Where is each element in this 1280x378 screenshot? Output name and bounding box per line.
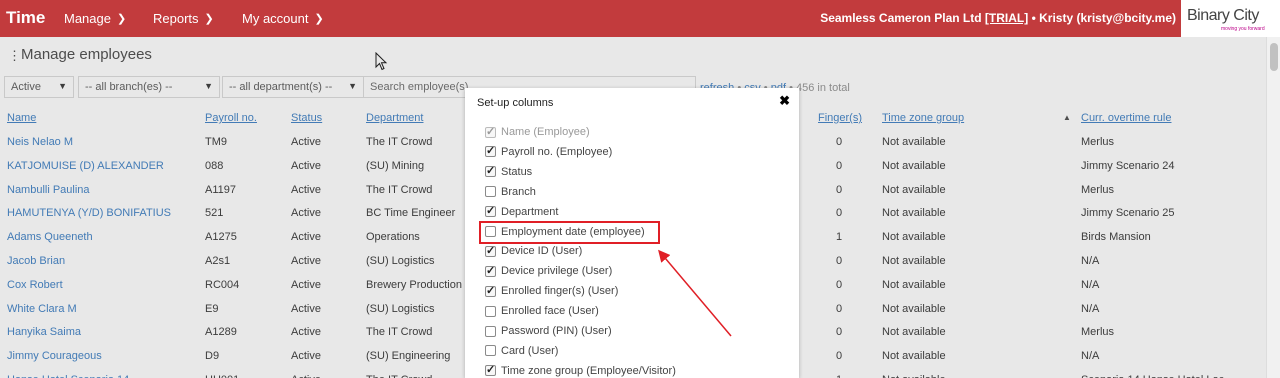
checkbox[interactable] xyxy=(485,244,496,257)
checkbox[interactable] xyxy=(485,325,496,337)
column-option[interactable]: Time zone group (Employee/Visitor) xyxy=(485,363,676,378)
close-icon[interactable]: ✖ xyxy=(779,93,790,109)
column-option[interactable]: Enrolled finger(s) (User) xyxy=(485,283,618,299)
column-option[interactable]: Password (PIN) (User) xyxy=(485,323,612,339)
nav-manage[interactable]: Manage ❯ xyxy=(64,11,126,26)
column-option[interactable]: Branch xyxy=(485,184,536,200)
nav-my-account-label: My account xyxy=(242,11,309,26)
column-option[interactable]: Device ID (User) xyxy=(485,243,582,259)
checkbox[interactable] xyxy=(485,204,496,218)
column-option-label: Department xyxy=(501,205,559,218)
separator: • xyxy=(1031,11,1036,25)
checkbox[interactable] xyxy=(485,144,496,158)
dialog-title: Set-up columns xyxy=(477,97,554,109)
column-option-label: Enrolled face (User) xyxy=(501,305,599,318)
trial-badge[interactable]: [TRIAL] xyxy=(985,11,1028,25)
column-option-label: Name (Employee) xyxy=(501,126,590,138)
binary-city-logo: Binary City moving you forward xyxy=(1181,0,1280,37)
column-option-label: Payroll no. (Employee) xyxy=(501,145,613,158)
checkbox[interactable] xyxy=(485,345,496,357)
checkbox xyxy=(485,125,496,138)
chevron-down-icon: ❯ xyxy=(116,13,127,25)
column-option-label: Device privilege (User) xyxy=(501,265,613,278)
column-option[interactable]: Device privilege (User) xyxy=(485,263,612,279)
column-option: Name (Employee) xyxy=(485,124,590,140)
app-brand[interactable]: Time xyxy=(6,8,45,28)
nav-my-account[interactable]: My account ❯ xyxy=(242,11,324,26)
column-option[interactable]: Status xyxy=(485,164,532,180)
checkbox[interactable] xyxy=(485,186,496,198)
checkbox[interactable] xyxy=(485,284,496,297)
column-option[interactable]: Card (User) xyxy=(485,343,558,359)
company-name: Seamless Cameron Plan Ltd xyxy=(820,11,982,25)
column-option-label: Device ID (User) xyxy=(501,245,583,258)
chevron-down-icon: ❯ xyxy=(204,13,214,25)
column-option-label: Status xyxy=(501,165,533,178)
nav-reports-label: Reports xyxy=(153,11,199,26)
account-info: Seamless Cameron Plan Ltd [TRIAL] • Kris… xyxy=(820,11,1176,25)
logo-text: Binary City xyxy=(1187,7,1259,24)
checkbox[interactable] xyxy=(485,363,496,377)
annotation-highlight-box xyxy=(479,221,660,244)
page-scrollbar[interactable] xyxy=(1266,37,1280,378)
user-name: Kristy (kristy@bcity.me) xyxy=(1039,11,1176,25)
column-option-label: Password (PIN) (User) xyxy=(501,325,612,337)
nav-manage-label: Manage xyxy=(64,11,111,26)
chevron-down-icon: ❯ xyxy=(314,13,324,25)
checkbox[interactable] xyxy=(485,264,496,277)
checkbox[interactable] xyxy=(485,164,496,178)
column-option-label: Branch xyxy=(501,185,536,198)
column-option[interactable]: Payroll no. (Employee) xyxy=(485,144,612,160)
column-option-label: Enrolled finger(s) (User) xyxy=(501,285,619,298)
scrollbar-thumb[interactable] xyxy=(1270,43,1278,71)
top-navigation-bar: Time Manage ❯ Reports ❯ My account ❯ Sea… xyxy=(0,0,1280,37)
column-option[interactable]: Department xyxy=(485,204,558,220)
nav-reports[interactable]: Reports ❯ xyxy=(153,11,214,26)
column-option[interactable]: Enrolled face (User) xyxy=(485,303,599,319)
logo-tagline: moving you forward xyxy=(1221,26,1265,32)
column-option-label: Card (User) xyxy=(501,344,559,357)
column-option-label: Time zone group (Employee/Visitor) xyxy=(501,364,676,377)
checkbox[interactable] xyxy=(485,305,496,317)
